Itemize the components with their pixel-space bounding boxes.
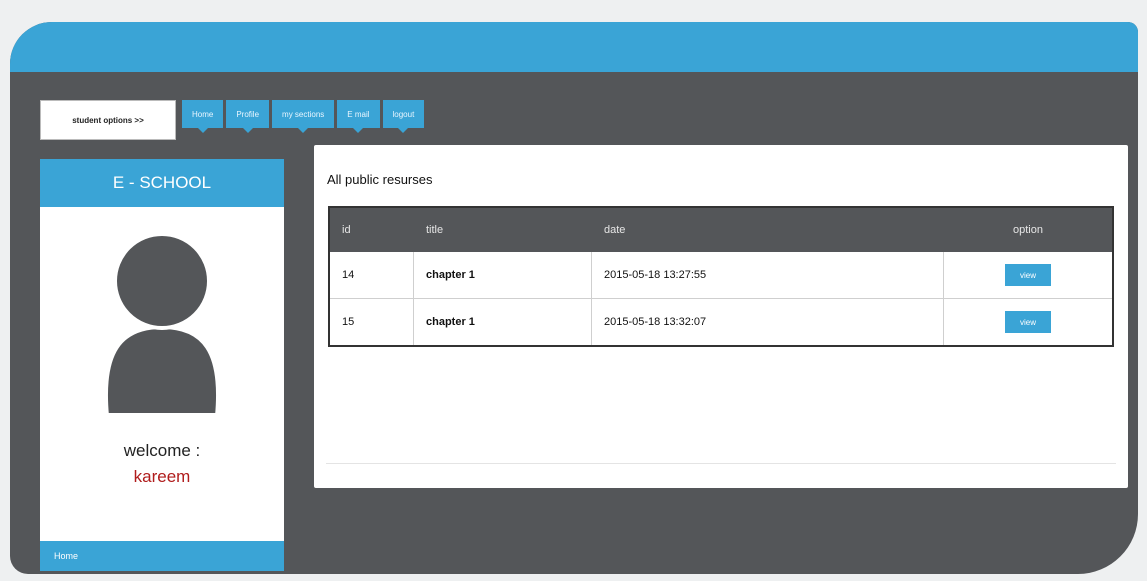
nav-email[interactable]: E mail bbox=[337, 100, 380, 133]
main-nav: Home Profile my sections E mail logout bbox=[182, 100, 425, 133]
divider bbox=[326, 463, 1116, 464]
student-options-button[interactable]: student options >> bbox=[40, 100, 176, 140]
cell-option: view bbox=[944, 299, 1112, 345]
nav-logout[interactable]: logout bbox=[382, 100, 425, 133]
page-title: All public resurses bbox=[327, 172, 433, 187]
cell-date: 2015-05-18 13:27:55 bbox=[592, 252, 944, 298]
resources-panel: All public resurses id title date option… bbox=[314, 145, 1128, 488]
username: kareem bbox=[133, 467, 191, 486]
app-frame: student options >> Home Profile my secti… bbox=[10, 22, 1138, 574]
cell-id: 14 bbox=[330, 252, 414, 298]
view-button[interactable]: view bbox=[1005, 311, 1051, 333]
table-row: 15 chapter 1 2015-05-18 13:32:07 view bbox=[330, 298, 1112, 345]
top-banner bbox=[10, 22, 1138, 72]
sidebar-footer-home[interactable]: Home bbox=[40, 541, 284, 571]
welcome-label: welcome : bbox=[123, 441, 201, 460]
column-header-date: date bbox=[604, 224, 626, 236]
user-avatar-icon bbox=[102, 232, 222, 419]
column-header-title: title bbox=[426, 224, 444, 236]
nav-profile[interactable]: Profile bbox=[226, 100, 270, 133]
cell-title: chapter 1 bbox=[414, 252, 592, 298]
table-row: 14 chapter 1 2015-05-18 13:27:55 view bbox=[330, 252, 1112, 298]
column-header-option: option bbox=[1013, 224, 1043, 236]
brand-title: E - SCHOOL bbox=[40, 159, 284, 207]
view-button[interactable]: view bbox=[1005, 264, 1051, 286]
nav-my-sections[interactable]: my sections bbox=[272, 100, 335, 133]
nav-home[interactable]: Home bbox=[182, 100, 224, 133]
table-header: id title date option bbox=[330, 208, 1112, 252]
cell-title: chapter 1 bbox=[414, 299, 592, 345]
cell-option: view bbox=[944, 252, 1112, 298]
profile-sidebar: E - SCHOOL welcome : kareem Home bbox=[40, 159, 284, 571]
cell-id: 15 bbox=[330, 299, 414, 345]
resources-table: id title date option 14 chapter 1 2015-0… bbox=[328, 206, 1114, 347]
cell-date: 2015-05-18 13:32:07 bbox=[592, 299, 944, 345]
column-header-id: id bbox=[342, 224, 351, 236]
